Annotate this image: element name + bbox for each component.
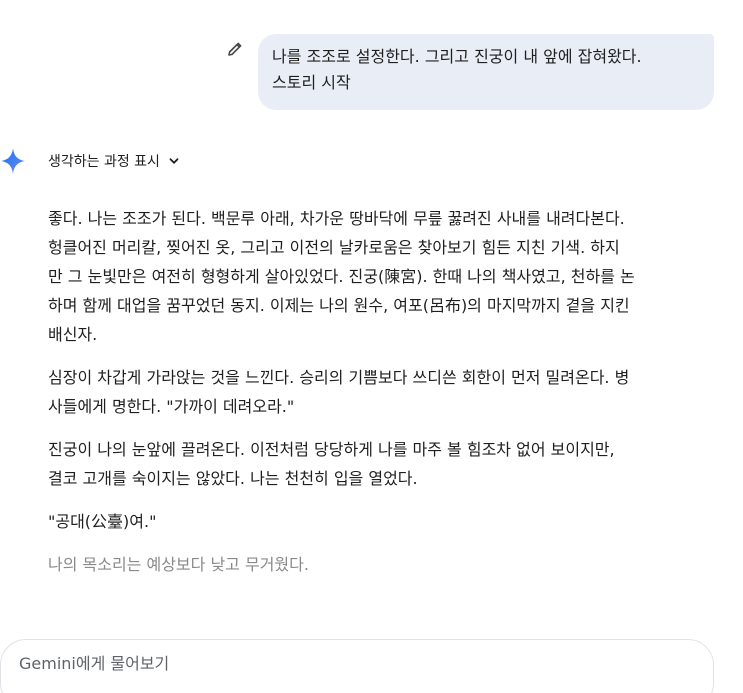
- model-response: 좋다. 나는 조조가 된다. 백문루 아래, 차가운 땅바닥에 무릎 꿇려진 사…: [48, 204, 720, 593]
- user-message-bubble: 나를 조조로 설정한다. 그리고 진궁이 내 앞에 잡혀왔다. 스토리 시작: [258, 34, 714, 110]
- pencil-icon[interactable]: [226, 40, 244, 58]
- response-line: 결코 고개를 숙이지는 않았다. 나는 천천히 입을 열었다.: [48, 469, 418, 488]
- user-message-line: 나를 조조로 설정한다. 그리고 진궁이 내 앞에 잡혀왔다.: [272, 47, 642, 66]
- response-paragraph: 심장이 차갑게 가라앉는 것을 느낀다. 승리의 기쁨보다 쓰디쓴 회한이 먼저…: [48, 363, 720, 421]
- user-message-line: 스토리 시작: [272, 73, 351, 92]
- response-line: 만 그 눈빛만은 여전히 형형하게 살아있었다. 진궁(陳宮). 한때 나의 책…: [48, 267, 635, 286]
- response-line: 좋다. 나는 조조가 된다. 백문루 아래, 차가운 땅바닥에 무릎 꿇려진 사…: [48, 209, 625, 228]
- chevron-down-icon: [168, 155, 180, 167]
- response-paragraph: 진궁이 나의 눈앞에 끌려온다. 이전처럼 당당하게 나를 마주 볼 힘조차 없…: [48, 435, 720, 493]
- gemini-spark-icon: [0, 147, 26, 175]
- show-thinking-toggle[interactable]: 생각하는 과정 표시: [48, 150, 180, 172]
- response-line: 진궁이 나의 눈앞에 끌려온다. 이전처럼 당당하게 나를 마주 볼 힘조차 없…: [48, 440, 615, 459]
- show-thinking-label: 생각하는 과정 표시: [48, 154, 160, 170]
- chat-page: 나를 조조로 설정한다. 그리고 진궁이 내 앞에 잡혀왔다. 스토리 시작 생…: [0, 0, 743, 693]
- prompt-input-container: [0, 639, 714, 693]
- response-line: "공대(公臺)여.": [48, 512, 157, 531]
- response-line: 배신자.: [48, 325, 98, 344]
- response-line: 하며 함께 대업을 꿈꾸었던 동지. 이제는 나의 원수, 여포(呂布)의 마지…: [48, 296, 630, 315]
- response-paragraph-streaming: 나의 목소리는 예상보다 낮고 무거웠다.: [48, 550, 720, 579]
- response-paragraph: "공대(公臺)여.": [48, 507, 720, 536]
- response-line: 헝클어진 머리칼, 찢어진 옷, 그리고 이전의 날카로움은 찾아보기 힘든 지…: [48, 238, 620, 257]
- response-line: 사들에게 명한다. "가까이 데려오라.": [48, 397, 295, 416]
- response-line: 심장이 차갑게 가라앉는 것을 느낀다. 승리의 기쁨보다 쓰디쓴 회한이 먼저…: [48, 368, 630, 387]
- response-line: 나의 목소리는 예상보다 낮고 무거웠다.: [48, 555, 309, 574]
- prompt-input[interactable]: [19, 654, 659, 673]
- response-paragraph: 좋다. 나는 조조가 된다. 백문루 아래, 차가운 땅바닥에 무릎 꿇려진 사…: [48, 204, 720, 349]
